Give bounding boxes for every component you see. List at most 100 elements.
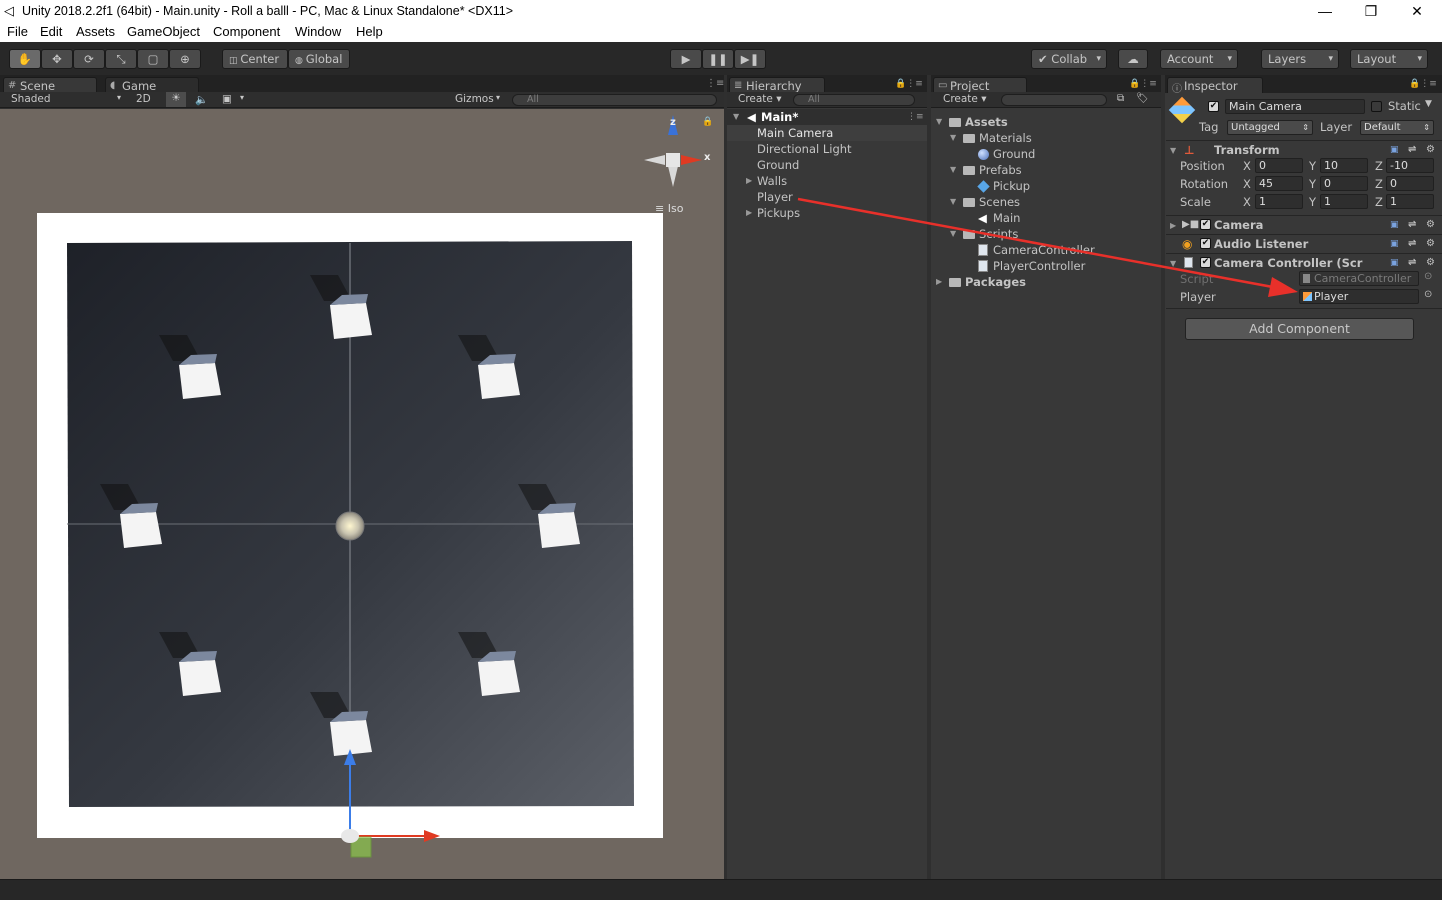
audio-listener-enabled-checkbox[interactable]: ✔ bbox=[1200, 238, 1211, 249]
preset-icon[interactable]: ⇌ bbox=[1408, 235, 1416, 253]
gizmos-dropdown[interactable]: Gizmos bbox=[455, 93, 494, 105]
scale-x-field[interactable]: 1 bbox=[1255, 194, 1303, 209]
rect-tool-button[interactable]: ▢ bbox=[137, 49, 169, 69]
mode-2d-toggle[interactable]: 2D bbox=[136, 93, 151, 105]
inspector-lock-icon[interactable]: 🔒⋮≡ bbox=[1409, 79, 1437, 89]
rotate-tool-button[interactable]: ⟳ bbox=[73, 49, 105, 69]
audio-toggle-icon[interactable]: 🔈 bbox=[195, 93, 208, 106]
component-settings-icon[interactable]: ⚙ bbox=[1426, 254, 1435, 272]
project-main-scene[interactable]: ◀ Main bbox=[931, 210, 1161, 226]
project-cameracontroller-script[interactable]: CameraController bbox=[931, 242, 1161, 258]
add-component-button[interactable]: Add Component bbox=[1185, 318, 1414, 340]
camera-enabled-checkbox[interactable]: ✔ bbox=[1200, 219, 1211, 230]
account-dropdown[interactable]: Account bbox=[1160, 49, 1238, 69]
scene-menu-icon[interactable]: ⋮≡ bbox=[907, 109, 924, 125]
lock-icon[interactable]: 🔒 bbox=[702, 117, 713, 127]
tab-scene[interactable]: # Scene bbox=[3, 77, 97, 93]
player-field[interactable]: Player bbox=[1299, 289, 1419, 304]
preset-icon[interactable]: ⇌ bbox=[1408, 141, 1416, 159]
tab-inspector[interactable]: ⓘ Inspector bbox=[1167, 77, 1263, 95]
transform-tool-button[interactable]: ⊕ bbox=[169, 49, 201, 69]
component-settings-icon[interactable]: ⚙ bbox=[1426, 216, 1435, 234]
component-settings-icon[interactable]: ⚙ bbox=[1426, 141, 1435, 159]
menu-edit[interactable]: Edit bbox=[40, 24, 62, 39]
static-chevron-icon[interactable]: ▼ bbox=[1425, 99, 1432, 109]
transform-component-header[interactable]: ▼ ⊥ Transform ▣ ⇌ ⚙ bbox=[1166, 140, 1442, 159]
iso-label[interactable]: ≡ Iso bbox=[655, 202, 683, 215]
project-playercontroller-script[interactable]: PlayerController bbox=[931, 258, 1161, 274]
project-scripts-folder[interactable]: ▼ Scripts bbox=[931, 226, 1161, 242]
project-search-input[interactable] bbox=[1001, 94, 1107, 106]
collapse-arrow-icon[interactable]: ▶ bbox=[746, 173, 752, 189]
tab-game[interactable]: ◖ Game bbox=[105, 77, 199, 93]
gameobject-active-checkbox[interactable]: ✔ bbox=[1208, 101, 1219, 112]
project-ground-material[interactable]: Ground bbox=[931, 146, 1161, 162]
static-checkbox[interactable] bbox=[1371, 101, 1382, 112]
camera-controller-enabled-checkbox[interactable]: ✔ bbox=[1200, 257, 1211, 268]
hierarchy-item-ground[interactable]: Ground bbox=[727, 157, 927, 173]
rotation-x-field[interactable]: 45 bbox=[1255, 176, 1303, 191]
hierarchy-item-pickups[interactable]: ▶ Pickups bbox=[727, 205, 927, 221]
pivot-center-button[interactable]: ◫ Center bbox=[222, 49, 288, 69]
preset-icon[interactable]: ⇌ bbox=[1408, 216, 1416, 234]
collapse-arrow-icon[interactable]: ▶ bbox=[746, 205, 752, 221]
directional-light-icon[interactable] bbox=[335, 511, 365, 541]
pause-button[interactable]: ❚❚ bbox=[702, 49, 734, 69]
project-prefabs-folder[interactable]: ▼ Prefabs bbox=[931, 162, 1161, 178]
rotation-z-field[interactable]: 0 bbox=[1386, 176, 1434, 191]
gameobject-name-field[interactable]: Main Camera bbox=[1225, 99, 1365, 114]
project-assets-folder[interactable]: ▼ Assets bbox=[931, 114, 1161, 130]
project-lock-icon[interactable]: 🔒⋮≡ bbox=[1129, 79, 1157, 89]
project-create-dropdown[interactable]: Create ▾ bbox=[943, 93, 987, 105]
effects-toggle-icon[interactable]: ▣ bbox=[222, 93, 232, 105]
position-z-field[interactable]: -10 bbox=[1386, 158, 1434, 173]
move-tool-button[interactable]: ✥ bbox=[41, 49, 73, 69]
scene-search-input[interactable]: All bbox=[512, 94, 717, 106]
hierarchy-item-walls[interactable]: ▶ Walls bbox=[727, 173, 927, 189]
help-icon[interactable]: ▣ bbox=[1390, 235, 1399, 253]
object-picker-icon[interactable]: ⊙ bbox=[1424, 289, 1432, 300]
maximize-button[interactable]: ❐ bbox=[1348, 0, 1394, 23]
hierarchy-item-main-camera[interactable]: Main Camera bbox=[727, 125, 927, 141]
menu-file[interactable]: File bbox=[7, 24, 28, 39]
hand-tool-button[interactable]: ✋ bbox=[9, 49, 41, 69]
preset-icon[interactable]: ⇌ bbox=[1408, 254, 1416, 272]
step-button[interactable]: ▶❚ bbox=[734, 49, 766, 69]
object-picker-icon[interactable]: ⊙ bbox=[1424, 271, 1432, 282]
help-icon[interactable]: ▣ bbox=[1390, 216, 1399, 234]
scale-z-field[interactable]: 1 bbox=[1386, 194, 1434, 209]
rotation-y-field[interactable]: 0 bbox=[1320, 176, 1368, 191]
filter-label-icon[interactable]: 🏷 bbox=[1136, 93, 1149, 104]
minimize-button[interactable]: — bbox=[1302, 0, 1348, 23]
scale-y-field[interactable]: 1 bbox=[1320, 194, 1368, 209]
tab-project[interactable]: ▭ Project bbox=[933, 77, 1027, 93]
layers-dropdown[interactable]: Layers bbox=[1261, 49, 1339, 69]
project-scenes-folder[interactable]: ▼ Scenes bbox=[931, 194, 1161, 210]
menu-assets[interactable]: Assets bbox=[76, 24, 115, 39]
hierarchy-scene-row[interactable]: ▼ ◀ Main* ⋮≡ bbox=[727, 109, 927, 125]
menu-gameobject[interactable]: GameObject bbox=[127, 24, 200, 39]
project-pickup-prefab[interactable]: Pickup bbox=[931, 178, 1161, 194]
menu-help[interactable]: Help bbox=[356, 24, 383, 39]
hierarchy-item-directional-light[interactable]: Directional Light bbox=[727, 141, 927, 157]
help-icon[interactable]: ▣ bbox=[1390, 141, 1399, 159]
hierarchy-create-dropdown[interactable]: Create ▾ bbox=[738, 93, 782, 105]
layer-dropdown[interactable]: Default ⇕ bbox=[1360, 120, 1434, 135]
component-settings-icon[interactable]: ⚙ bbox=[1426, 235, 1435, 253]
close-button[interactable]: ✕ bbox=[1394, 0, 1440, 23]
scale-tool-button[interactable]: ⤡ bbox=[105, 49, 137, 69]
position-y-field[interactable]: 10 bbox=[1320, 158, 1368, 173]
panel-menu-icon[interactable]: ⋮≡ bbox=[706, 78, 724, 89]
help-icon[interactable]: ▣ bbox=[1390, 254, 1399, 272]
camera-component-header[interactable]: ▶ ▶■ ✔ Camera ▣ ⇌ ⚙ bbox=[1166, 215, 1442, 234]
lighting-toggle-icon[interactable]: ☀ bbox=[166, 92, 186, 107]
project-materials-folder[interactable]: ▼ Materials bbox=[931, 130, 1161, 146]
collab-dropdown[interactable]: ✔ Collab bbox=[1031, 49, 1107, 69]
layout-dropdown[interactable]: Layout bbox=[1350, 49, 1428, 69]
tab-hierarchy[interactable]: ≣ Hierarchy bbox=[729, 77, 825, 93]
tag-dropdown[interactable]: Untagged ⇕ bbox=[1227, 120, 1313, 135]
scene-viewport[interactable]: z x 🔒 ≡ Iso bbox=[0, 109, 724, 879]
position-x-field[interactable]: 0 bbox=[1255, 158, 1303, 173]
shading-mode-dropdown[interactable]: Shaded bbox=[11, 93, 51, 105]
audio-listener-component-header[interactable]: ◉ ✔ Audio Listener ▣ ⇌ ⚙ bbox=[1166, 234, 1442, 253]
